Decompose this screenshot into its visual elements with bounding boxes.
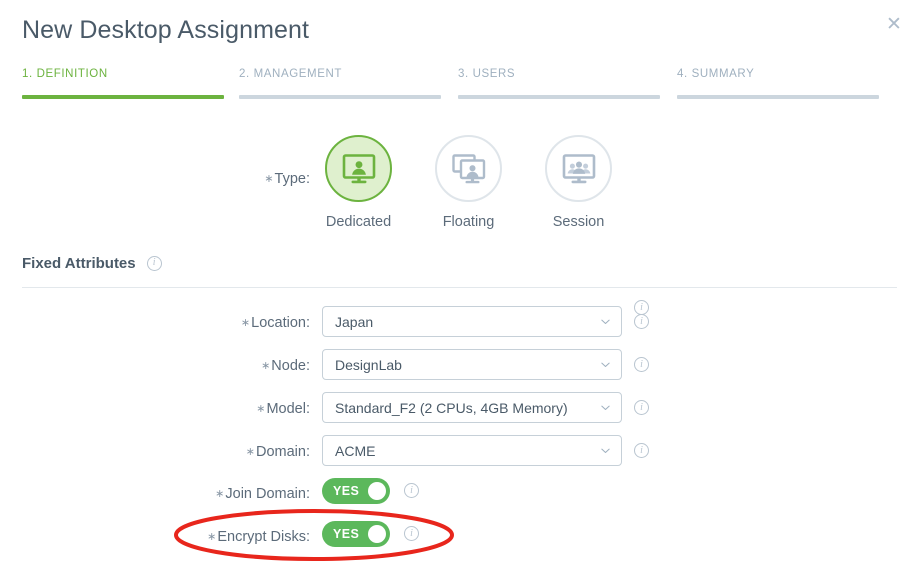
required-marker: ∗ <box>256 403 266 415</box>
type-field-row: ∗Type: Dedicated Floating Session i <box>0 133 919 315</box>
tab-management[interactable]: 2. MANAGEMENT <box>239 68 441 99</box>
join-domain-label: ∗Join Domain: <box>215 486 310 502</box>
join-domain-label-text: Join Domain: <box>225 486 310 502</box>
location-info-icon[interactable]: i <box>634 314 649 329</box>
type-options: Dedicated Floating Session <box>322 133 615 230</box>
node-select[interactable]: DesignLab <box>322 349 622 380</box>
required-marker: ∗ <box>215 488 225 500</box>
type-option-session-label: Session <box>552 214 605 230</box>
required-marker: ∗ <box>261 360 271 372</box>
page-title: New Desktop Assignment <box>22 16 310 44</box>
type-option-floating-circle <box>435 135 502 202</box>
tab-summary[interactable]: 4. SUMMARY <box>677 68 879 99</box>
required-marker: ∗ <box>240 317 251 329</box>
tab-definition-underline <box>22 95 224 99</box>
type-option-dedicated-label: Dedicated <box>325 214 392 230</box>
domain-select[interactable]: ACME <box>322 435 622 466</box>
tab-users[interactable]: 3. USERS <box>458 68 660 99</box>
type-option-floating-label: Floating <box>442 214 495 230</box>
chevron-down-icon <box>601 448 610 454</box>
monitor-multi-user-icon <box>562 153 595 183</box>
fixed-attributes-title: Fixed Attributes <box>22 254 136 272</box>
required-marker: ∗ <box>207 531 217 543</box>
location-select[interactable]: Japan <box>322 306 622 337</box>
monitor-stacked-icon <box>451 153 485 183</box>
wizard-steps: 1. DEFINITION 2. MANAGEMENT 3. USERS 4. … <box>22 68 880 100</box>
model-select[interactable]: Standard_F2 (2 CPUs, 4GB Memory) <box>322 392 622 423</box>
tab-summary-label: 4. SUMMARY <box>677 68 755 80</box>
model-info-icon[interactable]: i <box>634 400 649 415</box>
encrypt-disks-label: ∗Encrypt Disks: <box>207 529 310 545</box>
tab-management-label: 2. MANAGEMENT <box>239 68 343 80</box>
field-row-location: ∗Location: Japan i <box>0 306 919 349</box>
join-domain-info-icon[interactable]: i <box>404 483 419 498</box>
location-value: Japan <box>335 313 374 330</box>
model-value: Standard_F2 (2 CPUs, 4GB Memory) <box>335 399 568 416</box>
chevron-down-icon <box>601 319 610 325</box>
tab-users-underline <box>458 95 660 99</box>
tab-management-underline <box>239 95 441 99</box>
node-label-text: Node: <box>271 358 310 374</box>
chevron-down-icon <box>601 362 610 368</box>
join-domain-toggle-knob <box>368 482 386 500</box>
tab-users-label: 3. USERS <box>458 68 516 80</box>
field-row-node: ∗Node: DesignLab i <box>0 349 919 392</box>
type-option-session-circle <box>545 135 612 202</box>
domain-value: ACME <box>335 442 376 459</box>
node-value: DesignLab <box>335 356 402 373</box>
node-info-icon[interactable]: i <box>634 357 649 372</box>
chevron-down-icon <box>601 405 610 411</box>
domain-label: ∗Domain: <box>246 444 310 460</box>
location-label-text: Location: <box>251 315 310 331</box>
field-row-encrypt-disks: ∗Encrypt Disks: YES i <box>0 521 919 564</box>
field-row-join-domain: ∗Join Domain: YES i <box>0 478 919 521</box>
tab-summary-underline <box>677 95 879 99</box>
encrypt-disks-info-icon[interactable]: i <box>404 526 419 541</box>
encrypt-disks-toggle-knob <box>368 525 386 543</box>
tab-definition-label: 1. DEFINITION <box>22 68 108 80</box>
model-label: ∗Model: <box>256 401 310 417</box>
type-option-session[interactable]: Session <box>542 133 615 230</box>
tab-definition[interactable]: 1. DEFINITION <box>22 68 224 99</box>
node-label: ∗Node: <box>261 358 310 374</box>
encrypt-disks-toggle-value: YES <box>333 527 360 541</box>
join-domain-toggle-value: YES <box>333 484 360 498</box>
location-label: ∗Location: <box>241 315 310 331</box>
model-label-text: Model: <box>266 401 310 417</box>
domain-label-text: Domain: <box>256 444 310 460</box>
section-divider <box>22 287 897 288</box>
field-row-domain: ∗Domain: ACME i <box>0 435 919 478</box>
required-marker: ∗ <box>264 173 274 185</box>
fixed-attributes-section: Fixed Attributes i <box>22 252 897 288</box>
domain-info-icon[interactable]: i <box>634 443 649 458</box>
close-icon[interactable]: ✕ <box>881 11 907 37</box>
fixed-attributes-header: Fixed Attributes i <box>22 252 897 274</box>
fixed-attributes-info-icon[interactable]: i <box>146 255 162 271</box>
type-option-floating[interactable]: Floating <box>432 133 505 230</box>
type-option-dedicated[interactable]: Dedicated <box>322 133 395 230</box>
type-option-dedicated-circle <box>325 135 392 202</box>
monitor-single-user-icon <box>342 153 375 183</box>
join-domain-toggle[interactable]: YES <box>322 478 390 504</box>
fixed-attributes-form: ∗Location: Japan i ∗Node: DesignLab i ∗M… <box>0 306 919 564</box>
encrypt-disks-label-text: Encrypt Disks: <box>217 529 310 545</box>
type-label-text: Type: <box>274 171 310 187</box>
field-row-model: ∗Model: Standard_F2 (2 CPUs, 4GB Memory)… <box>0 392 919 435</box>
required-marker: ∗ <box>245 446 255 458</box>
type-field-label: ∗Type: <box>264 171 310 187</box>
encrypt-disks-toggle[interactable]: YES <box>322 521 390 547</box>
